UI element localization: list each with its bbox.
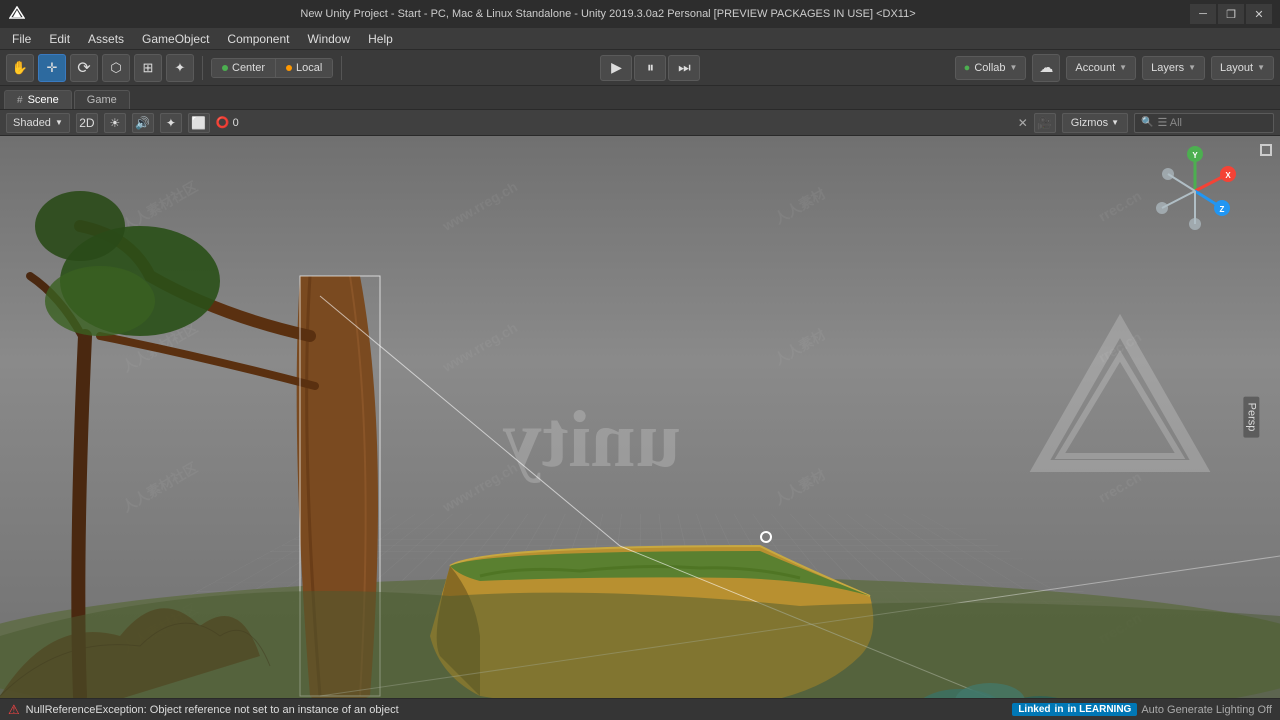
camera-icon-btn[interactable]: 🎥 [1034,113,1056,133]
svg-text:Z: Z [1220,205,1225,214]
pause-button[interactable]: ⏸ [634,55,666,81]
account-arrow-icon: ▼ [1119,63,1127,72]
center-dot [222,65,228,71]
menu-file[interactable]: File [4,30,39,48]
counter-icon: ⭕ [216,117,230,129]
center-button[interactable]: Center [212,59,276,77]
menu-gameobject[interactable]: GameObject [134,30,217,48]
lighting-button[interactable]: ☀ [104,113,126,133]
collab-arrow-icon: ▼ [1010,63,1018,72]
layout-button[interactable]: Layout ▼ [1211,56,1274,80]
menu-window[interactable]: Window [299,30,358,48]
menu-component[interactable]: Component [219,30,297,48]
pivot-toggle: Center Local [211,58,333,78]
hand-tool-button[interactable]: ✋ [6,54,34,82]
play-controls: ▶ ⏸ ⏭ [350,55,950,81]
collab-button[interactable]: ● Collab ▼ [955,56,1027,80]
lighting-status: Auto Generate Lighting Off [1141,704,1272,716]
scene-settings-icon: ✕ [1018,116,1028,130]
menu-help[interactable]: Help [360,30,401,48]
account-button[interactable]: Account ▼ [1066,56,1136,80]
menu-assets[interactable]: Assets [80,30,132,48]
linkedin-in-icon: in [1055,704,1064,715]
tab-scene[interactable]: # Scene [4,90,72,109]
gizmos-button[interactable]: Gizmos ▼ [1062,113,1128,133]
scale-tool-button[interactable]: ⬡ [102,54,130,82]
collab-icon: ● [964,62,971,74]
separator-1 [202,56,203,80]
play-button[interactable]: ▶ [600,55,632,81]
status-right: Linked in in LEARNING Auto Generate Ligh… [1012,703,1272,716]
svg-text:X: X [1225,171,1231,180]
shading-arrow-icon: ▼ [55,118,63,127]
audio-button[interactable]: 🔊 [132,113,154,133]
error-icon: ⚠ [8,702,20,718]
tabs-bar: # Scene Game [0,86,1280,110]
grid-overlay [157,514,1123,613]
window-controls: ─ ❐ ✕ [1190,4,1272,24]
local-dot [286,65,292,71]
svg-text:unity: unity [502,396,680,484]
close-button[interactable]: ✕ [1246,4,1272,24]
playback-group: ▶ ⏸ ⏭ [600,55,700,81]
tab-game[interactable]: Game [74,90,130,109]
status-bar: ⚠ NullReferenceException: Object referen… [0,698,1280,720]
camera-button[interactable]: ⬜ [188,113,210,133]
minimize-button[interactable]: ─ [1190,4,1216,24]
svg-text:Y: Y [1192,151,1198,160]
separator-2 [341,56,342,80]
scene-toolbar-right: ✕ 🎥 Gizmos ▼ 🔍 ☰ All [1018,113,1274,133]
cloud-button[interactable]: ☁ [1032,54,1060,82]
persp-label[interactable]: Persp [1244,397,1260,438]
title-bar: New Unity Project - Start - PC, Mac & Li… [0,0,1280,28]
move-tool-button[interactable]: ✛ [38,54,66,82]
step-button[interactable]: ⏭ [668,55,700,81]
layers-button[interactable]: Layers ▼ [1142,56,1205,80]
menu-bar: File Edit Assets GameObject Component Wi… [0,28,1280,50]
restore-button[interactable]: ❐ [1218,4,1244,24]
rotate-tool-button[interactable]: ⟳ [70,54,98,82]
search-icon: 🔍 [1141,117,1153,128]
search-box[interactable]: 🔍 ☰ All [1134,113,1274,133]
gizmo-widget: Y X Z [1150,146,1240,236]
2d-button[interactable]: 2D [76,113,98,133]
app-icon [8,5,26,23]
watermark-grid: 人人素材社区 www.rreg.ch 人人素材 rrec.cn 人人素材社区 w… [0,136,1280,698]
scene-toolbar: Shaded ▼ 2D ☀ 🔊 ✦ ⬜ ⭕ 0 ✕ 🎥 Gizmos ▼ 🔍 ☰… [0,110,1280,136]
transform-tool-button[interactable]: ✦ [166,54,194,82]
local-button[interactable]: Local [276,59,332,77]
layout-arrow-icon: ▼ [1257,63,1265,72]
error-message[interactable]: ⚠ NullReferenceException: Object referen… [8,702,399,718]
toolbar-right: ● Collab ▼ ☁ Account ▼ Layers ▼ Layout ▼ [955,54,1274,82]
scene-view[interactable]: 人人素材社区 www.rreg.ch 人人素材 rrec.cn 人人素材社区 w… [0,136,1280,698]
menu-edit[interactable]: Edit [41,30,78,48]
linkedin-badge: Linked in in LEARNING [1012,703,1137,716]
rect-tool-button[interactable]: ⊞ [134,54,162,82]
layers-arrow-icon: ▼ [1188,63,1196,72]
scene-svg: unity [0,136,1280,698]
shading-dropdown[interactable]: Shaded ▼ [6,113,70,133]
toolbar: ✋ ✛ ⟳ ⬡ ⊞ ✦ Center Local ▶ ⏸ ⏭ ● Collab … [0,50,1280,86]
effects-button[interactable]: ✦ [160,113,182,133]
gizmos-arrow-icon: ▼ [1111,118,1119,127]
counter-label: ⭕ 0 [216,116,239,129]
scene-canvas: 人人素材社区 www.rreg.ch 人人素材 rrec.cn 人人素材社区 w… [0,136,1280,698]
resize-handle[interactable] [1260,144,1272,156]
window-title: New Unity Project - Start - PC, Mac & Li… [34,8,1182,20]
